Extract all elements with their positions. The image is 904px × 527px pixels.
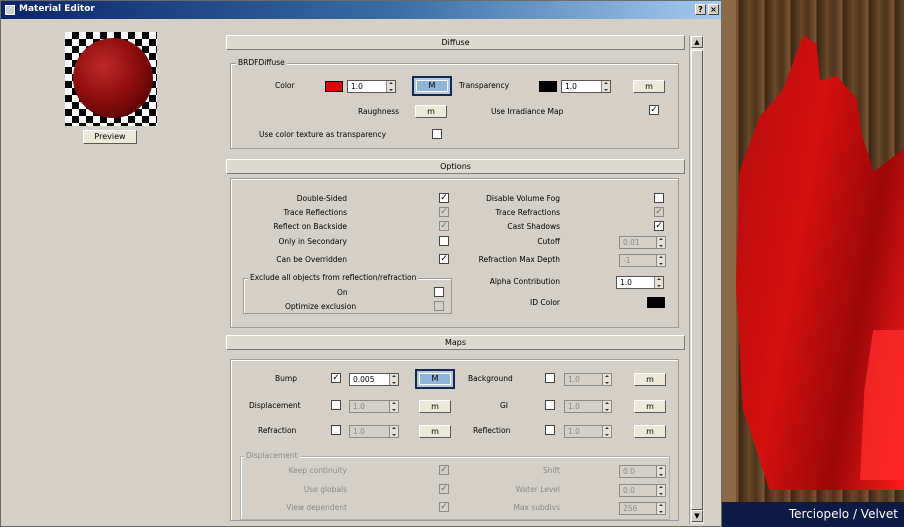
background-checkbox[interactable] [545, 373, 555, 383]
keep-continuity-label: Keep continuity [288, 466, 347, 475]
can-be-overridden-checkbox[interactable]: ✓ [439, 254, 449, 264]
shift-spinner[interactable]: 0.0 [619, 465, 666, 478]
transparency-swatch[interactable] [539, 81, 557, 92]
cast-shadows-label: Cast Shadows [507, 222, 560, 231]
id-color-swatch[interactable] [647, 297, 665, 308]
alpha-contribution-label: Alpha Contribution [489, 277, 560, 286]
displacement-group-title: Displacement [244, 451, 300, 460]
reflection-spinner[interactable]: 1.0 [564, 425, 612, 438]
refraction-map-button[interactable]: m [419, 425, 451, 438]
shift-label: Shift [542, 466, 560, 475]
trace-refractions-label: Trace Refractions [495, 208, 561, 217]
water-level-spinner[interactable]: 0.0 [619, 484, 666, 497]
options-header[interactable]: Options [226, 159, 685, 174]
disable-fog-checkbox[interactable] [654, 193, 664, 203]
fence-post [722, 0, 736, 502]
reflection-checkbox[interactable] [545, 425, 555, 435]
reflection-label: Reflection [473, 426, 511, 435]
transparency-spinner[interactable]: 1.0 [561, 80, 611, 93]
diffuse-header[interactable]: Diffuse [226, 35, 685, 50]
gi-map-button[interactable]: m [634, 400, 666, 413]
bump-amount-spinner[interactable]: 0.005 [349, 373, 399, 386]
displacement-spinner[interactable]: 1.0 [349, 400, 399, 413]
double-sided-label: Double-Sided [296, 194, 347, 203]
use-globals-label: Use globals [303, 485, 347, 494]
water-level-label: Water Level [515, 485, 560, 494]
exclude-on-checkbox[interactable] [434, 287, 444, 297]
can-be-overridden-label: Can be Overridden [276, 255, 347, 264]
exclude-title: Exclude all objects from reflection/refr… [248, 273, 419, 282]
displacement-label: Displacement [249, 401, 301, 410]
cutoff-label: Cutoff [537, 237, 560, 246]
id-color-label: ID Color [530, 298, 560, 307]
gi-spinner[interactable]: 1.0 [564, 400, 612, 413]
displacement-map-button[interactable]: m [419, 400, 451, 413]
max-subdivs-spinner[interactable]: 256 [619, 502, 666, 515]
background-label: Background [468, 374, 513, 383]
only-secondary-label: Only in Secondary [278, 237, 347, 246]
background-spinner[interactable]: 1.0 [564, 373, 612, 386]
color-amount-spinner[interactable]: 1.0 [347, 80, 396, 93]
view-dependent-label: View dependent [286, 503, 347, 512]
bump-map-button[interactable]: M [415, 369, 455, 389]
optimize-exclusion-label: Optimize exclusion [285, 302, 357, 311]
bump-checkbox[interactable]: ✓ [331, 373, 341, 383]
color-texture-label: Use color texture as transparency [259, 130, 387, 139]
bump-label: Bump [275, 374, 297, 383]
only-secondary-checkbox[interactable] [439, 236, 449, 246]
render-caption: Terciopelo / Velvet [722, 502, 904, 527]
transparency-map-button[interactable]: m [633, 80, 665, 93]
optimize-exclusion-checkbox[interactable] [434, 301, 444, 311]
maps-header[interactable]: Maps [226, 335, 685, 350]
alpha-contribution-spinner[interactable]: 1.0 [616, 276, 664, 289]
irradiance-map-checkbox[interactable]: ✓ [649, 105, 659, 115]
reflect-backside-label: Reflect on Backside [273, 222, 347, 231]
refraction-spinner[interactable]: 1.0 [349, 425, 399, 438]
refraction-checkbox[interactable] [331, 425, 341, 435]
gi-checkbox[interactable] [545, 400, 555, 410]
trace-refractions-checkbox[interactable]: ✓ [654, 207, 664, 217]
double-sided-checkbox[interactable]: ✓ [439, 193, 449, 203]
gi-label: GI [500, 401, 509, 410]
cast-shadows-checkbox[interactable]: ✓ [654, 221, 664, 231]
properties-panel: Diffuse BRDFDiffuse Color 1.0 M Transpar… [0, 0, 722, 527]
roughness-label: Raughness [358, 107, 400, 116]
reflect-backside-checkbox[interactable]: ✓ [439, 221, 449, 231]
keep-continuity-checkbox[interactable]: ✓ [439, 465, 449, 475]
color-swatch[interactable] [325, 81, 343, 92]
exclude-on-label: On [337, 288, 348, 297]
trace-reflections-checkbox[interactable]: ✓ [439, 207, 449, 217]
refraction-label: Refraction [258, 426, 297, 435]
max-subdivs-label: Max subdivs [513, 503, 560, 512]
reflection-map-button[interactable]: m [634, 425, 666, 438]
roughness-map-button[interactable]: m [415, 105, 447, 118]
refraction-depth-label: Refraction Max Depth [478, 255, 560, 264]
use-globals-checkbox[interactable]: ✓ [439, 484, 449, 494]
color-texture-checkbox[interactable] [432, 129, 442, 139]
refraction-depth-spinner[interactable]: -1 [619, 254, 666, 267]
color-label: Color [275, 81, 295, 90]
transparency-label: Transparency [459, 81, 510, 90]
trace-reflections-label: Trace Reflections [283, 208, 347, 217]
view-dependent-checkbox[interactable]: ✓ [439, 502, 449, 512]
disable-fog-label: Disable Volume Fog [486, 194, 560, 203]
brdf-diffuse-title: BRDFDiffuse [236, 58, 287, 67]
displacement-checkbox[interactable] [331, 400, 341, 410]
color-map-button[interactable]: M [412, 76, 452, 96]
background-map-button[interactable]: m [634, 373, 666, 386]
cutoff-spinner[interactable]: 0.01 [619, 236, 666, 249]
irradiance-map-label: Use Irradiance Map [491, 107, 564, 116]
